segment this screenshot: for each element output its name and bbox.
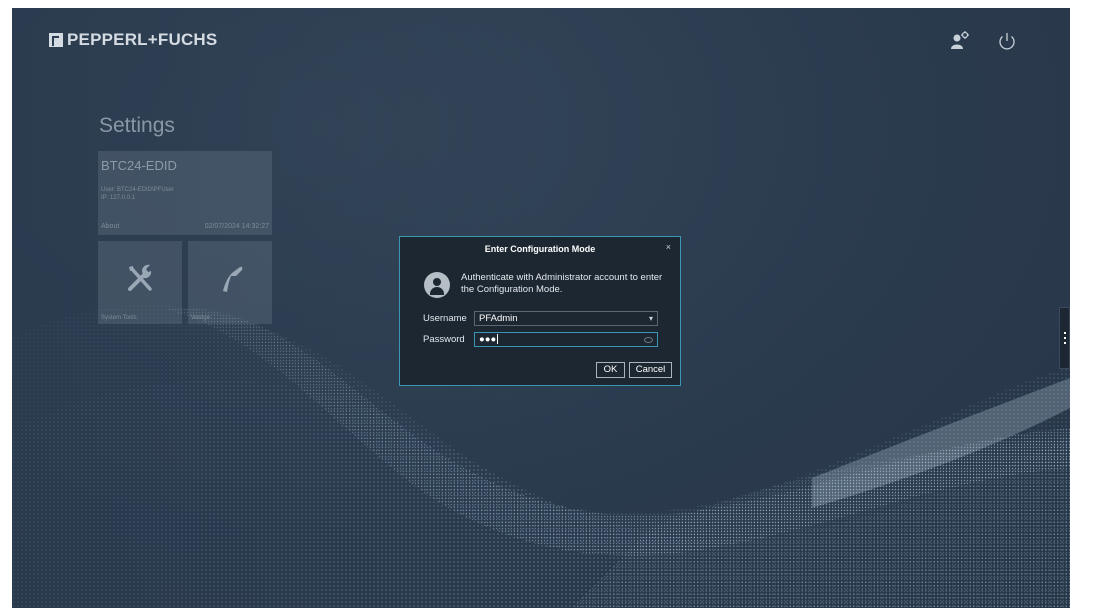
- device-info-tile[interactable]: BTC24-EDID User: BTC24-EDID\PFUser IP: 1…: [98, 151, 272, 235]
- system-tools-label: System Tools: [101, 315, 137, 321]
- password-value: ●●●: [479, 334, 497, 345]
- device-user: User: BTC24-EDID\PFUser: [101, 187, 175, 193]
- side-menu-handle[interactable]: [1059, 307, 1070, 369]
- power-icon[interactable]: [996, 30, 1018, 52]
- brand-name: PEPPERL+FUCHS: [67, 30, 218, 49]
- close-icon[interactable]: ×: [666, 242, 671, 252]
- password-label: Password: [423, 334, 465, 345]
- wedge-tile[interactable]: Wedge: [188, 241, 272, 324]
- user-avatar-icon: [424, 272, 450, 298]
- system-tools-tile[interactable]: System Tools: [98, 241, 182, 324]
- avatar-head: [433, 278, 441, 286]
- cancel-button[interactable]: Cancel: [629, 362, 672, 378]
- username-value: PFAdmin: [479, 313, 518, 324]
- device-name: BTC24-EDID: [101, 158, 177, 173]
- desktop-screen: PEPPERL+FUCHS Settings BTC24-EDID User: …: [12, 8, 1070, 608]
- cancel-label: Cancel: [635, 364, 666, 375]
- dot: [1064, 332, 1066, 334]
- ok-button[interactable]: OK: [596, 362, 625, 378]
- reveal-password-icon[interactable]: [644, 337, 653, 343]
- dialog-message: Authenticate with Administrator account …: [461, 272, 663, 295]
- username-label: Username: [423, 313, 467, 324]
- wedge-label: Wedge: [191, 315, 210, 321]
- about-link[interactable]: About: [101, 223, 119, 230]
- password-field[interactable]: ●●●: [474, 332, 658, 347]
- dialog-title: Enter Configuration Mode: [484, 244, 596, 254]
- text-cursor: [497, 334, 499, 345]
- brand-logo: PEPPERL+FUCHS: [49, 30, 217, 50]
- dot: [1064, 337, 1066, 339]
- device-datetime: 02/07/2024 14:32:27: [204, 223, 269, 230]
- device-ip: IP: 127.0.0.1: [101, 195, 136, 201]
- dot: [1064, 342, 1066, 344]
- settings-title: Settings: [99, 114, 175, 137]
- pf-logo-icon: [49, 33, 63, 47]
- config-mode-dialog: Enter Configuration Mode × Authenticate …: [399, 236, 681, 386]
- chevron-down-icon[interactable]: ▾: [649, 312, 653, 325]
- tools-icon: [128, 264, 152, 291]
- username-field[interactable]: PFAdmin ▾: [474, 311, 658, 326]
- avatar-body: [430, 287, 444, 295]
- user-admin-icon[interactable]: [949, 30, 971, 52]
- ok-label: OK: [603, 364, 618, 375]
- scanner-icon: [223, 266, 243, 292]
